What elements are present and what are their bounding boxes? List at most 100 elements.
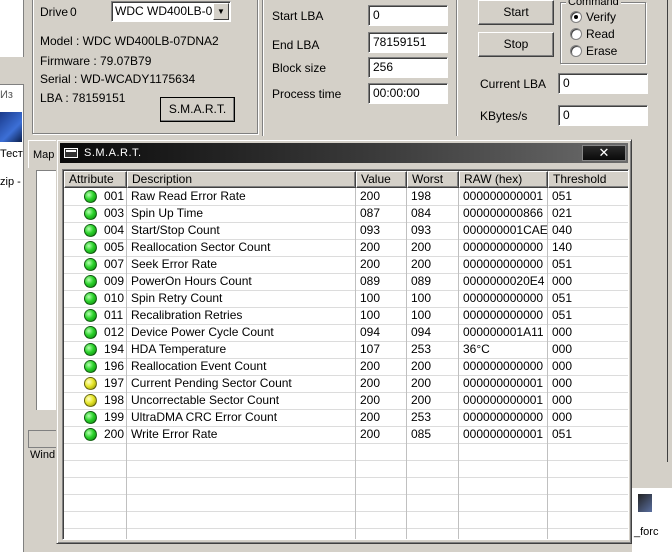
attribute-description: Raw Read Error Rate: [131, 189, 246, 203]
row-divider: [64, 494, 628, 495]
table-row[interactable]: 012 Device Power Cycle Count 094 094 0000000…: [64, 324, 628, 341]
table-row[interactable]: 198 Uncorrectable Sector Count 200 200 00000…: [64, 392, 628, 409]
background-corner-icon: [638, 494, 652, 512]
table-row[interactable]: 001 Raw Read Error Rate 200 198 000000000001…: [64, 188, 628, 205]
status-ok-icon: [84, 292, 97, 305]
background-corner-text: _forc: [634, 526, 659, 538]
smart-dialog-titlebar[interactable]: S.M.A.R.T. ✕: [60, 143, 628, 163]
attribute-description: Recalibration Retries: [131, 308, 243, 322]
drive-select[interactable]: WDC WD400LB-07 ▼: [111, 1, 231, 22]
table-row[interactable]: 199 UltraDMA CRC Error Count 200 253 0000000…: [64, 409, 628, 426]
row-divider: [64, 443, 628, 444]
status-ok-icon: [84, 411, 97, 424]
smart-dialog: S.M.A.R.T. ✕ Attribute Description Value Wo…: [56, 139, 632, 544]
model-info: Model : WDC WD400LB-07DNA2: [40, 34, 219, 48]
attribute-threshold: 051: [552, 257, 573, 271]
radio-erase[interactable]: [570, 45, 582, 57]
attribute-id: 196: [104, 359, 125, 373]
attribute-raw: 000000000001: [463, 189, 544, 203]
attribute-value: 094: [360, 325, 381, 339]
status-panel: [28, 430, 58, 448]
column-header-threshold[interactable]: Threshold: [548, 171, 628, 188]
background-text-1: Из: [0, 89, 13, 101]
status-ok-icon: [84, 428, 97, 441]
radio-erase-label[interactable]: Erase: [586, 44, 617, 58]
column-header-raw[interactable]: RAW (hex): [459, 171, 548, 188]
table-row[interactable]: 003 Spin Up Time 087 084 000000000866 021: [64, 205, 628, 222]
attribute-id: 010: [104, 291, 125, 305]
attribute-raw: 000000000001: [463, 427, 544, 441]
attribute-value: 200: [360, 240, 381, 254]
attribute-id: 004: [104, 223, 125, 237]
current-lba-field: 0: [558, 73, 648, 94]
attribute-id: 194: [104, 342, 125, 356]
start-lba-input[interactable]: 0: [368, 5, 448, 26]
chevron-down-icon[interactable]: ▼: [213, 3, 229, 20]
attribute-threshold: 000: [552, 410, 573, 424]
radio-read[interactable]: [570, 28, 582, 40]
end-lba-input[interactable]: 78159151: [368, 32, 448, 53]
attribute-value: 200: [360, 393, 381, 407]
table-row[interactable]: 010 Spin Retry Count 100 100 000000000000 051: [64, 290, 628, 307]
smart-table-header: Attribute Description Value Worst RAW (hex) T…: [64, 171, 628, 188]
table-row[interactable]: 200 Write Error Rate 200 085 000000000001 051: [64, 426, 628, 443]
close-icon[interactable]: ✕: [582, 145, 626, 161]
attribute-raw: 36°C: [463, 342, 490, 356]
attribute-threshold: 000: [552, 325, 573, 339]
status-ok-icon: [84, 241, 97, 254]
radio-verify[interactable]: [570, 11, 582, 23]
table-row[interactable]: 196 Reallocation Event Count 200 200 0000000…: [64, 358, 628, 375]
stop-button[interactable]: Stop: [478, 32, 554, 57]
attribute-raw: 000000000000: [463, 257, 544, 271]
status-text: Wind: [30, 449, 56, 461]
attribute-worst: 085: [411, 427, 432, 441]
attribute-raw: 0000000020E4: [463, 274, 545, 288]
column-header-attribute[interactable]: Attribute: [64, 171, 127, 188]
attribute-description: UltraDMA CRC Error Count: [131, 410, 278, 424]
background-text-2: Тест: [0, 148, 23, 160]
command-group-title: Command: [566, 0, 621, 8]
attribute-value: 100: [360, 291, 381, 305]
attribute-id: 001: [104, 189, 125, 203]
attribute-worst: 084: [411, 206, 432, 220]
column-header-worst[interactable]: Worst: [407, 171, 459, 188]
row-divider: [64, 511, 628, 512]
start-button[interactable]: Start: [478, 0, 554, 25]
smart-attribute-table[interactable]: Attribute Description Value Worst RAW (hex) T…: [62, 169, 629, 540]
radio-verify-label[interactable]: Verify: [586, 10, 616, 24]
table-row[interactable]: 009 PowerOn Hours Count 089 089 0000000020E4…: [64, 273, 628, 290]
drive-label: Drive: [40, 5, 69, 19]
table-row[interactable]: 005 Reallocation Sector Count 200 200 000000…: [64, 239, 628, 256]
attribute-id: 200: [104, 427, 125, 441]
background-toolbar: [0, 57, 24, 85]
table-row[interactable]: 197 Current Pending Sector Count 200 200 000…: [64, 375, 628, 392]
block-size-input[interactable]: 256: [368, 57, 448, 78]
lba-info: LBA : 78159151: [40, 91, 126, 105]
column-divider: [406, 188, 407, 539]
process-time-label: Process time: [272, 87, 342, 101]
attribute-description: Uncorrectable Sector Count: [131, 393, 280, 407]
background-corner: _forc: [632, 488, 672, 552]
map-tab[interactable]: Map: [28, 140, 58, 168]
column-header-description[interactable]: Description: [127, 171, 356, 188]
attribute-raw: 000000000000: [463, 359, 544, 373]
table-row[interactable]: 194 HDA Temperature 107 253 36°C 000: [64, 341, 628, 358]
background-app-icon: [0, 112, 22, 142]
attribute-worst: 100: [411, 308, 432, 322]
attribute-worst: 253: [411, 342, 432, 356]
column-header-value[interactable]: Value: [356, 171, 407, 188]
kbytes-field: 0: [558, 105, 648, 126]
column-divider: [458, 188, 459, 539]
attribute-value: 200: [360, 376, 381, 390]
column-divider: [126, 188, 127, 539]
attribute-raw: 000000000001: [463, 393, 544, 407]
radio-read-label[interactable]: Read: [586, 27, 615, 41]
status-ok-icon: [84, 207, 97, 220]
status-ok-icon: [84, 360, 97, 373]
table-row[interactable]: 011 Recalibration Retries 100 100 0000000000…: [64, 307, 628, 324]
table-row[interactable]: 004 Start/Stop Count 093 093 000000001CAE 040: [64, 222, 628, 239]
attribute-threshold: 021: [552, 206, 573, 220]
table-row[interactable]: 007 Seek Error Rate 200 200 000000000000 051: [64, 256, 628, 273]
attribute-value: 200: [360, 257, 381, 271]
smart-button[interactable]: S.M.A.R.T.: [160, 97, 235, 122]
